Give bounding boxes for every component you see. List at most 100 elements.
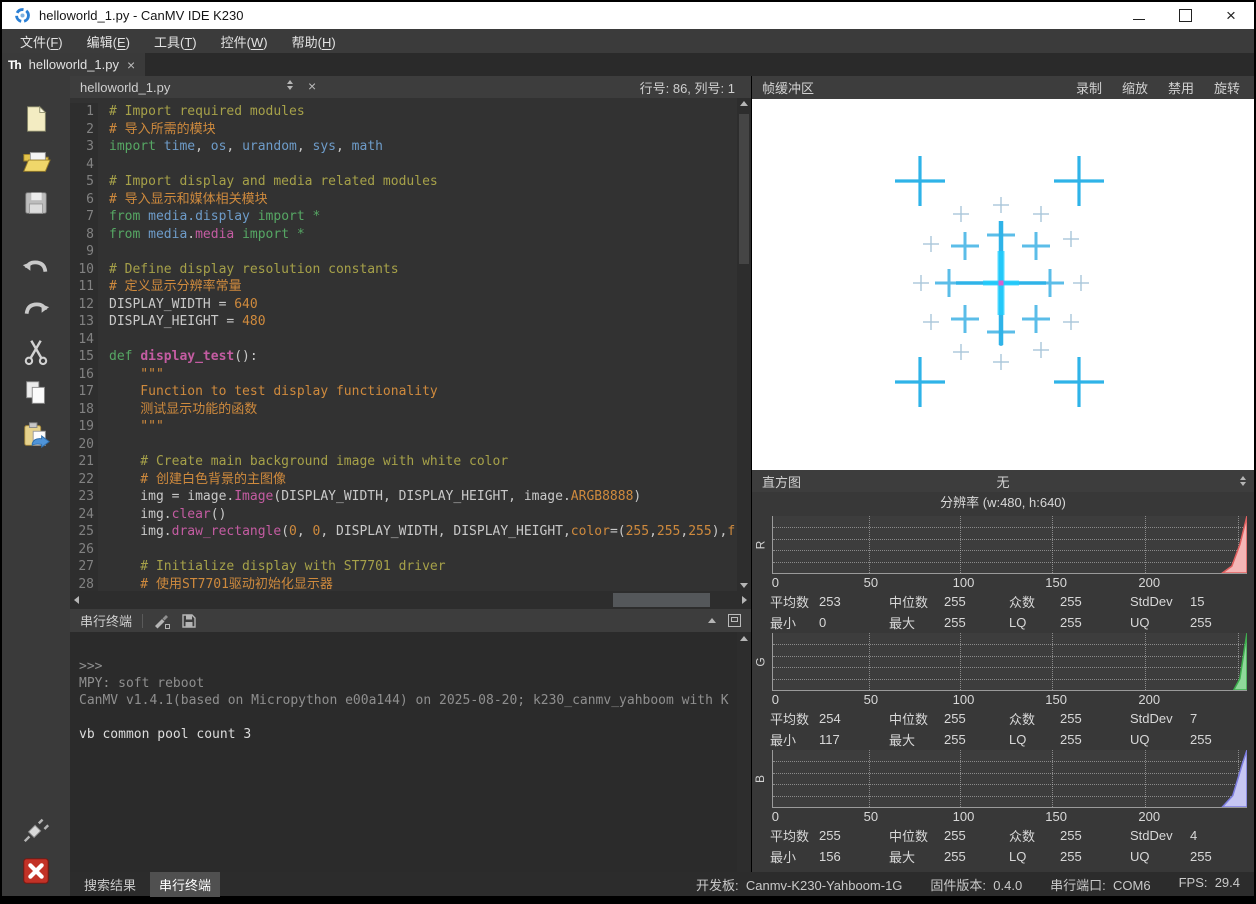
- code-line[interactable]: 19 """: [70, 418, 751, 436]
- code-line[interactable]: 4: [70, 155, 751, 173]
- code-line[interactable]: 20: [70, 435, 751, 453]
- code-line[interactable]: 15 def display_test ():: [70, 348, 751, 366]
- maximize-icon: [1178, 9, 1192, 22]
- code-line[interactable]: 23 img = image. Image (DISPLAY_WIDTH, DISP…: [70, 488, 751, 506]
- channel-axis-label: B: [753, 774, 768, 784]
- copy-button[interactable]: [18, 376, 54, 410]
- code-line[interactable]: 14: [70, 330, 751, 348]
- cursor-position: 行号: 86, 列号: 1: [639, 80, 735, 96]
- code-line[interactable]: 18 测试显示功能的函数: [70, 400, 751, 418]
- status-field: FPS: 29.4: [1178, 874, 1240, 890]
- tab-close-icon[interactable]: ×: [127, 57, 135, 73]
- code-line[interactable]: 11 # 定义显示分辨率常量: [70, 278, 751, 296]
- code-line[interactable]: 12 DISPLAY_WIDTH = 640: [70, 295, 751, 313]
- file-type-icon: Th: [8, 57, 22, 72]
- redo-button[interactable]: [18, 292, 54, 326]
- code-line[interactable]: 10 # Define display resolution constants: [70, 260, 751, 278]
- framebuffer-view[interactable]: [752, 99, 1254, 470]
- terminal-header: 串行终端: [70, 609, 751, 632]
- scroll-right-icon[interactable]: [742, 596, 747, 604]
- code-line[interactable]: 17 Function to test display functionalit…: [70, 383, 751, 401]
- terminal-output[interactable]: >>> MPY: soft reboot CanMV v1.4.1(based on…: [70, 632, 751, 872]
- redo-icon: [24, 302, 50, 314]
- framebuffer-button-0[interactable]: 录制: [1076, 78, 1102, 97]
- code-line[interactable]: 8 from media. media import *: [70, 225, 751, 243]
- menu-item-e[interactable]: 编辑(E): [77, 30, 140, 53]
- save-log-icon[interactable]: [181, 613, 197, 629]
- status-field: 固件版本: 0.4.0: [930, 877, 1023, 893]
- terminal-scroll-up-icon[interactable]: [740, 636, 748, 641]
- framebuffer-button-3[interactable]: 旋转: [1214, 78, 1240, 97]
- disconnect-button[interactable]: [18, 854, 54, 888]
- maximize-button[interactable]: [1162, 2, 1208, 29]
- paste-button[interactable]: [18, 418, 54, 452]
- code-line[interactable]: 1 # Import required modules: [70, 103, 751, 121]
- terminal-line: MPY: soft reboot: [79, 676, 205, 691]
- close-button[interactable]: ×: [1208, 2, 1254, 29]
- framebuffer-image: [895, 156, 1104, 407]
- statusbar-tab-1[interactable]: 串行终端: [150, 871, 221, 897]
- channel-plot: [772, 633, 1247, 691]
- code-line[interactable]: 22 # 创建白色背景的主图像: [70, 470, 751, 488]
- save-file-button[interactable]: [18, 186, 54, 220]
- menu-item-t[interactable]: 工具(T): [144, 30, 207, 53]
- code-line[interactable]: 5 # Import display and media related modu…: [70, 173, 751, 191]
- scroll-left-icon[interactable]: [74, 596, 79, 604]
- new-file-button[interactable]: [18, 102, 54, 136]
- code-line[interactable]: 7 from media.display import *: [70, 208, 751, 226]
- terminal-scrollbar[interactable]: [737, 632, 751, 872]
- statusbar-tab-0[interactable]: 搜索结果: [75, 872, 145, 897]
- code-line[interactable]: 26: [70, 540, 751, 558]
- code-editor[interactable]: 1 # Import required modules 2 # 导入所需的模块 3 imp…: [70, 98, 751, 591]
- editor-hscroll-thumb[interactable]: [613, 593, 710, 607]
- framebuffer-title: 帧缓冲区: [762, 81, 815, 96]
- channel-x-ticks: 0 50 100 150 200: [771, 809, 1161, 824]
- code-line[interactable]: 3 import time, os, urandom, sys, math: [70, 138, 751, 156]
- code-line[interactable]: 2 # 导入所需的模块: [70, 120, 751, 138]
- tab-helloworld[interactable]: Th helloworld_1.py ×: [2, 53, 146, 76]
- code-line[interactable]: 27 # Initialize display with ST7701 driv…: [70, 558, 751, 576]
- channel-x-ticks: 0 50 100 150 200: [771, 692, 1161, 707]
- code-line[interactable]: 16 """: [70, 365, 751, 383]
- editor-horizontal-scrollbar[interactable]: [70, 591, 751, 609]
- histogram-mode-select[interactable]: 无: [752, 472, 1254, 491]
- menu-item-h[interactable]: 帮助(H): [282, 30, 346, 53]
- new-file-icon: [27, 105, 47, 132]
- minimize-button[interactable]: [1116, 2, 1162, 29]
- editor-vertical-scrollbar[interactable]: [737, 98, 751, 591]
- connect-button[interactable]: [18, 812, 54, 846]
- code-line[interactable]: 25 img. draw_rectangle(0, 0, DISPLAY_WIDT…: [70, 523, 751, 541]
- channel-stats: 平均数 255 中位数 255 众数 255 StdDev 4 最小 156 最大 255 LQ 255 U…: [770, 828, 1212, 865]
- resolution-label: 分辨率 (w:480, h:640): [940, 495, 1066, 510]
- code-line[interactable]: 21 # Create main background image with w…: [70, 453, 751, 471]
- status-fields: 开发板: Canmv-K230-Yahboom-1G 固件版本: 0.4.0 串行端…: [696, 875, 1254, 894]
- window-title: helloworld_1.py - CanMV IDE K230: [39, 8, 244, 23]
- clear-terminal-icon[interactable]: [153, 612, 171, 630]
- scroll-down-icon[interactable]: [740, 583, 748, 588]
- tab-label: helloworld_1.py: [28, 57, 120, 72]
- framebuffer-header: 帧缓冲区 录制 缩放 禁用 旋转: [752, 76, 1254, 99]
- editor-filename: helloworld_1.py: [80, 79, 171, 95]
- scroll-up-icon[interactable]: [740, 101, 748, 106]
- code-line[interactable]: 28 # 使用ST7701驱动初始化显示器: [70, 575, 751, 591]
- framebuffer-button-1[interactable]: 缩放: [1122, 78, 1148, 97]
- cut-button[interactable]: [18, 334, 54, 368]
- code-line[interactable]: 6 # 导入显示和媒体相关模块: [70, 190, 751, 208]
- editor-vscroll-thumb[interactable]: [739, 114, 749, 264]
- status-field: 开发板: Canmv-K230-Yahboom-1G: [696, 877, 903, 893]
- code-line[interactable]: 9: [70, 243, 751, 261]
- collapse-terminal-icon[interactable]: [708, 618, 716, 623]
- open-folder-button[interactable]: [18, 144, 54, 178]
- histogram-mode-combo-icon[interactable]: [1240, 476, 1246, 486]
- menu-item-f[interactable]: 文件(F): [10, 30, 73, 53]
- editor-close-icon[interactable]: ×: [308, 78, 316, 94]
- undo-button[interactable]: [18, 250, 54, 284]
- menu-item-w[interactable]: 控件(W): [211, 30, 278, 53]
- terminal-title: 串行终端: [80, 614, 133, 629]
- popout-terminal-icon[interactable]: [728, 614, 741, 627]
- code-line[interactable]: 13 DISPLAY_HEIGHT = 480: [70, 313, 751, 331]
- right-panel: 帧缓冲区 录制 缩放 禁用 旋转 直方图 无 分辨率 (w:480, h:640) R…: [752, 76, 1254, 872]
- framebuffer-button-2[interactable]: 禁用: [1168, 78, 1194, 97]
- editor-split-combo-icon[interactable]: [287, 80, 293, 90]
- code-line[interactable]: 24 img. clear(): [70, 505, 751, 523]
